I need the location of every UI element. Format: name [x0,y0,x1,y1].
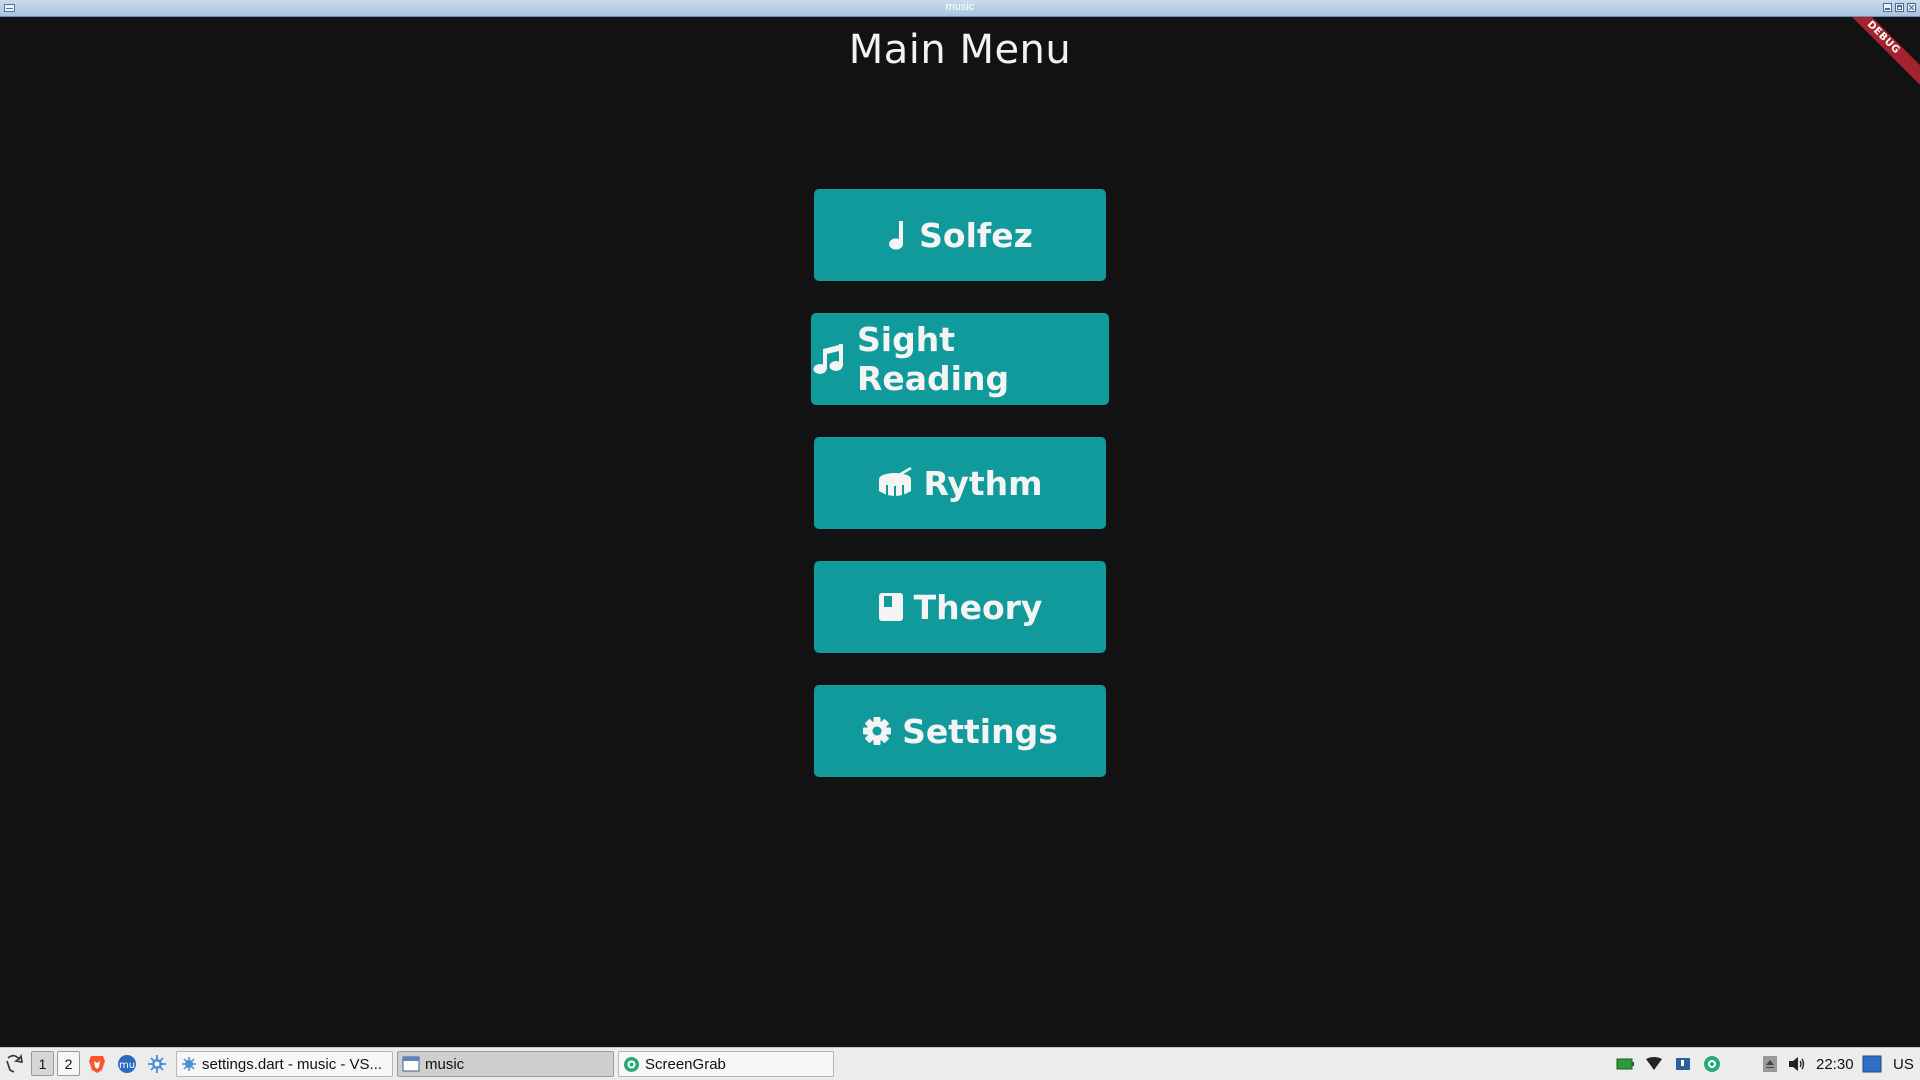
wifi-icon[interactable] [1644,1051,1664,1077]
vscode-icon [182,1057,196,1071]
book-icon [878,592,904,622]
battery-icon[interactable] [1615,1051,1635,1077]
svg-text:mu: mu [119,1060,135,1071]
workspace-2-button[interactable]: 2 [57,1051,80,1076]
task-vscode-label: settings.dart - music - VS... [202,1055,383,1073]
app-launcher-icon[interactable] [146,1051,168,1077]
screengrab-tray-icon[interactable] [1702,1051,1722,1077]
rythm-label: Rythm [923,463,1043,503]
clock[interactable]: 22:30 [1816,1051,1854,1077]
show-desktop-icon[interactable] [1862,1051,1882,1077]
mu-editor-icon[interactable]: mu [116,1051,138,1077]
sight-reading-button[interactable]: Sight Reading [811,313,1109,405]
main-menu: Solfez Sight Reading Rythm Theory Settin… [0,17,1920,1047]
start-menu-icon[interactable] [3,1051,25,1077]
updates-icon[interactable] [1673,1051,1693,1077]
gear-icon [862,716,892,746]
window-titlebar[interactable]: music [0,0,1920,17]
workspace-2-label: 2 [64,1055,73,1072]
theory-label: Theory [913,587,1043,627]
workspace-1-label: 1 [38,1055,47,1072]
volume-icon[interactable] [1787,1051,1807,1077]
settings-button[interactable]: Settings [814,685,1106,777]
keyboard-layout[interactable]: US [1893,1051,1914,1077]
music-notes-icon [811,341,847,377]
brave-browser-icon[interactable] [86,1051,108,1077]
screengrab-icon [624,1056,639,1072]
close-button[interactable] [1907,3,1916,12]
solfez-label: Solfez [919,215,1033,255]
window-icon [402,1056,420,1072]
window-controls [1883,3,1916,12]
sight-reading-label: Sight Reading [857,320,1010,398]
task-music[interactable]: music [397,1051,614,1077]
rythm-button[interactable]: Rythm [814,437,1106,529]
maximize-button[interactable] [1895,3,1904,12]
app-window: Main Menu DEBUG Solfez Sight Reading Ryt… [0,17,1920,1047]
task-screengrab[interactable]: ScreenGrab [618,1051,834,1077]
theory-button[interactable]: Theory [814,561,1106,653]
eject-icon[interactable] [1760,1051,1780,1077]
window-title: music [945,1,975,13]
taskbar: 1 2 mu settings.dart - music - VS... mus… [0,1047,1920,1080]
workspace-1-button[interactable]: 1 [31,1051,54,1076]
settings-label: Settings [902,711,1058,751]
task-vscode[interactable]: settings.dart - music - VS... [176,1051,393,1077]
minimize-button[interactable] [1883,3,1892,12]
drum-icon [877,467,913,499]
music-note-icon [887,219,909,251]
solfez-button[interactable]: Solfez [814,189,1106,281]
task-music-label: music [425,1055,465,1073]
task-screengrab-label: ScreenGrab [645,1055,726,1073]
